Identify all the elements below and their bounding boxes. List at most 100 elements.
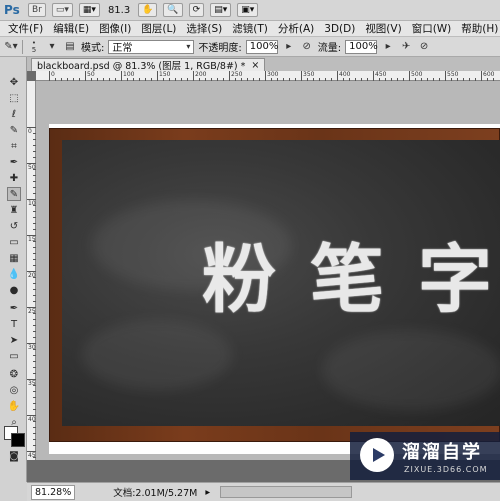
tools-panel: ✥ ⬚ ℓ ✎ ⌗ ✒ ✚ ✎ ♜ ↺ ▭ ▦ 💧 ● ✒ T ➤ ▭ ❂ ◎ … [0,57,27,482]
menu-select[interactable]: 选择(S) [186,21,222,36]
lasso-tool-icon[interactable]: ℓ [7,107,21,121]
eyedropper-tool-icon[interactable]: ✒ [7,155,21,169]
crop-tool-icon[interactable]: ⌗ [7,139,21,153]
flow-label: 流量: [317,43,342,54]
menu-layer[interactable]: 图层(L) [141,21,176,36]
tools-panel-footer [0,482,27,501]
status-menu-arrow-icon[interactable]: ▸ [205,487,210,498]
menu-file[interactable]: 文件(F) [8,21,43,36]
ruler-tick [337,71,338,81]
ruler-tick [445,71,446,81]
menu-bar: 文件(F) 编辑(E) 图像(I) 图层(L) 选择(S) 滤镜(T) 分析(A… [0,21,500,37]
blur-tool-icon[interactable]: 💧 [7,267,21,281]
ruler-tick [157,71,158,81]
zoom-tool-button[interactable]: 🔍 [163,3,183,17]
opacity-value: 100% [249,41,279,52]
ruler-tick [121,71,122,81]
3d-orbit-tool-icon[interactable]: ◎ [7,383,21,397]
brush-size-dropdown-icon[interactable]: ▾ [45,40,59,54]
horizontal-ruler: 0 50 100 150 200 250 300 350 400 450 500 550 600 [36,71,500,81]
airbrush-icon[interactable]: ✈ [399,40,413,54]
divider [22,39,23,54]
ruler-tick [301,71,302,81]
brush-size-picker[interactable]: • 5 [27,39,41,54]
pressure-opacity-icon[interactable]: ⊘ [300,40,314,54]
document-size: 文档:2.01M/5.27M [113,488,198,499]
path-select-tool-icon[interactable]: ➤ [7,333,21,347]
marquee-tool-icon[interactable]: ⬚ [7,91,21,105]
brush-tool-icon[interactable]: ✎ [7,187,21,201]
hand-tool-button[interactable]: ✋ [138,3,158,17]
ruler-tick [265,71,266,81]
brush-size-value: 5 [31,45,37,54]
close-icon[interactable]: × [251,60,259,71]
chalk-text: 粉笔字 [202,237,500,323]
opacity-slider-icon[interactable]: ▸ [282,40,296,54]
ruler-tick [373,71,374,81]
mode-label: 模式: [81,43,105,54]
dodge-tool-icon[interactable]: ● [7,283,21,297]
flow-input[interactable]: 100% [345,39,378,54]
opacity-input[interactable]: 100% [245,39,279,54]
flow-value: 100% [349,41,378,52]
document-tab-title: blackboard.psd @ 81.3% (图层 1, RGB/8#) * [37,61,246,72]
ruler-tick [85,71,86,81]
arrange-documents-button[interactable]: ▤▾ [210,3,232,17]
watermark-title: 溜溜自学 [402,442,482,463]
menu-analysis[interactable]: 分析(A) [278,21,314,36]
blackboard-frame: 粉笔字 [49,128,500,442]
screen-mode-button[interactable]: ▣▾ [237,3,259,17]
horizontal-scrollbar[interactable] [220,486,352,498]
watermark-url: ZIXUE.3D66.COM [404,465,488,474]
brush-preset-icon[interactable]: ✎▾ [4,40,18,54]
view-extras-button[interactable]: ▦▾ [78,3,100,17]
hand-tool-icon[interactable]: ✋ [7,399,21,413]
chalk-smudge [322,330,500,410]
menu-view[interactable]: 视图(V) [365,21,401,36]
menu-image[interactable]: 图像(I) [99,21,131,36]
menu-help[interactable]: 帮助(H) [461,21,498,36]
app-bar: Ps Br ▭▾ ▦▾ 81.3 ✋ 🔍 ⟳ ▤▾ ▣▾ [0,0,500,21]
opacity-label: 不透明度: [198,43,242,54]
menu-window[interactable]: 窗口(W) [412,21,452,36]
history-brush-tool-icon[interactable]: ↺ [7,219,21,233]
ruler-tick [229,71,230,81]
mini-bridge-button[interactable]: ▭▾ [51,3,73,17]
brush-panel-toggle-icon[interactable]: ▤ [63,40,77,54]
ruler-label: 50 [28,164,36,171]
flow-slider-icon[interactable]: ▸ [381,40,395,54]
3d-rotate-tool-icon[interactable]: ❂ [7,367,21,381]
document-tab[interactable]: blackboard.psd @ 81.3% (图层 1, RGB/8#) * … [31,58,266,72]
background-color-swatch[interactable] [11,433,25,447]
mode-value: 正常 [112,43,133,54]
pen-tool-icon[interactable]: ✒ [7,301,21,315]
menu-3d[interactable]: 3D(D) [324,23,355,35]
zoom-level[interactable]: 81.3 [106,5,132,16]
ruler-tick [481,71,482,81]
status-zoom[interactable]: 81.28% [31,484,76,500]
quick-mask-icon[interactable]: ◙ [7,449,21,463]
mode-select[interactable]: 正常 ▾ [108,39,195,54]
chevron-down-icon: ▾ [186,42,191,51]
options-bar: ✎▾ • 5 ▾ ▤ 模式: 正常 ▾ 不透明度: 100% ▸ ⊘ 流量: 1… [0,37,500,57]
move-tool-icon[interactable]: ✥ [7,75,21,89]
stamp-tool-icon[interactable]: ♜ [7,203,21,217]
bridge-button[interactable]: Br [28,3,46,17]
menu-filter[interactable]: 滤镜(T) [232,21,268,36]
photoshop-logo: Ps [4,3,20,17]
ruler-label: 0 [28,128,32,135]
blackboard: 粉笔字 [62,140,500,426]
chalk-smudge [82,320,232,390]
rotate-view-button[interactable]: ⟳ [188,3,205,17]
pressure-size-icon[interactable]: ⊘ [417,40,431,54]
watermark: 溜溜自学 ZIXUE.3D66.COM [350,432,500,480]
quick-select-tool-icon[interactable]: ✎ [7,123,21,137]
healing-tool-icon[interactable]: ✚ [7,171,21,185]
eraser-tool-icon[interactable]: ▭ [7,235,21,249]
vertical-ruler: 0 50 100 150 200 250 300 350 400 450 [27,81,39,460]
gradient-tool-icon[interactable]: ▦ [7,251,21,265]
shape-tool-icon[interactable]: ▭ [7,349,21,363]
menu-edit[interactable]: 编辑(E) [53,21,89,36]
type-tool-icon[interactable]: T [7,317,21,331]
play-logo-icon [360,438,394,472]
